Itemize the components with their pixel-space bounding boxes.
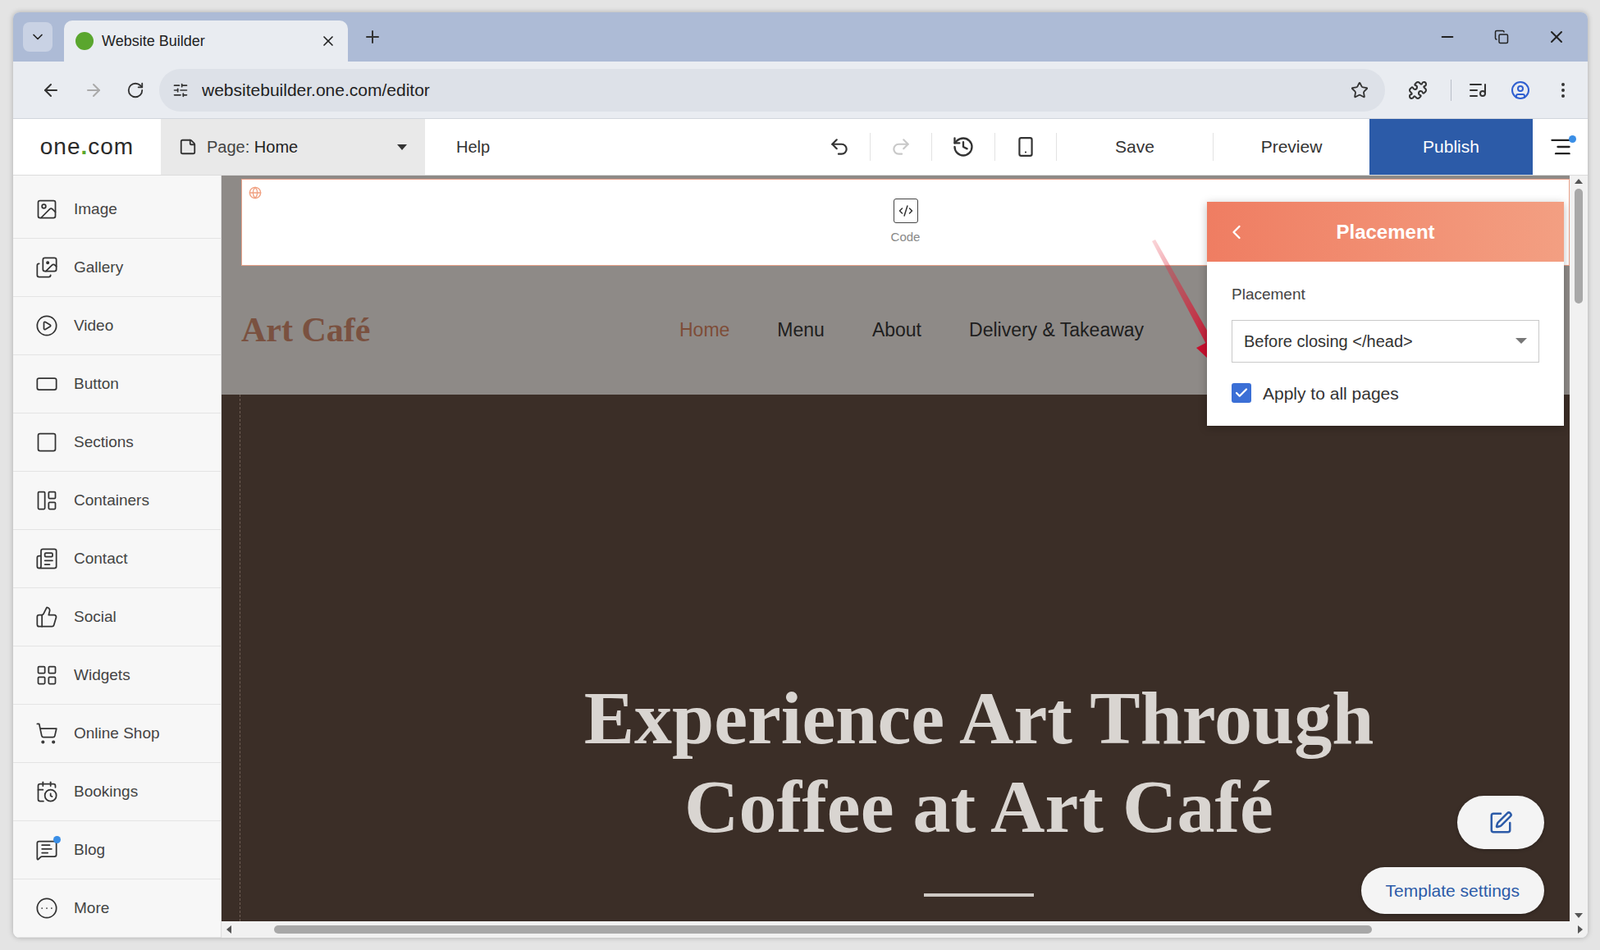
sidebar-item[interactable]: More: [13, 879, 221, 938]
globe-icon: [248, 186, 262, 200]
nav-item[interactable]: Delivery & Takeaway: [969, 315, 1144, 345]
sidebar-item[interactable]: Video: [13, 297, 221, 356]
url-text: websitebuilder.one.com/editor: [201, 77, 1338, 104]
sidebar-item[interactable]: Blog: [13, 821, 221, 880]
canvas: CodeArt CaféHomeMenuAboutDelivery & Take…: [221, 175, 1570, 922]
screen: Website Builder websitebuilder.one.com/ed…: [0, 0, 1600, 950]
help-button[interactable]: Help: [425, 118, 490, 175]
editor-menu-button[interactable]: [1532, 118, 1588, 175]
sidebar-item[interactable]: Image: [13, 180, 221, 239]
check-icon: [1234, 385, 1249, 401]
sidebar-item-icon: [35, 605, 59, 629]
edit-icon: [1488, 810, 1514, 836]
back-icon[interactable]: [1225, 220, 1248, 244]
field-label: Placement: [1231, 283, 1540, 307]
hero-title-line: Experience Art Through: [584, 673, 1375, 763]
browser-menu-icon[interactable]: [1553, 80, 1573, 101]
logo: one.com: [13, 118, 161, 175]
sidebar-item-icon: [35, 547, 59, 571]
bookmark-icon[interactable]: [1350, 81, 1369, 100]
placement-select[interactable]: Before closing </head>: [1231, 320, 1540, 363]
tab-strip: Website Builder: [13, 12, 1588, 62]
publish-button[interactable]: Publish: [1369, 118, 1533, 175]
site-nav: Home Menu About Delivery & Takeaway: [679, 315, 1144, 345]
site-brand[interactable]: Art Café: [241, 304, 680, 357]
reload-icon[interactable]: [126, 81, 145, 100]
sidebar-item-icon: [35, 197, 59, 221]
redo-icon[interactable]: [890, 136, 912, 158]
sidebar-item[interactable]: Social: [13, 588, 221, 647]
new-tab-icon[interactable]: [362, 27, 383, 47]
hero-title-line: Coffee at Art Café: [684, 762, 1274, 851]
undo-icon[interactable]: [828, 136, 851, 158]
nav-item[interactable]: About: [872, 315, 922, 345]
select-arrow-icon: [1515, 338, 1527, 344]
minimize-icon[interactable]: [1438, 27, 1457, 46]
page-selector[interactable]: Page: Home: [160, 118, 426, 175]
vertical-scrollbar[interactable]: [1569, 175, 1588, 922]
forward-icon[interactable]: [83, 80, 104, 101]
profile-icon[interactable]: [1510, 80, 1531, 101]
nav-item[interactable]: Home: [679, 315, 730, 345]
edit-style-button[interactable]: [1457, 795, 1545, 850]
sidebar-item[interactable]: Gallery: [13, 238, 221, 298]
sidebar-item-icon: [35, 430, 59, 454]
browser-window: Website Builder websitebuilder.one.com/ed…: [13, 12, 1588, 938]
sidebar-item[interactable]: Contact: [13, 530, 221, 589]
sidebar-item-icon: [35, 256, 59, 279]
sidebar-item-icon: [35, 896, 59, 920]
history-icon[interactable]: [951, 135, 975, 159]
dropdown-arrow-icon: [397, 144, 407, 151]
sidebar-item-icon: [35, 372, 59, 396]
chevron-down-icon: [29, 28, 46, 46]
sidebar-item-icon: [35, 314, 59, 338]
horizontal-scrollbar[interactable]: [221, 921, 1588, 938]
sidebar-badge: [53, 836, 61, 844]
media-icon[interactable]: [1467, 80, 1488, 101]
sidebar-item[interactable]: Widgets: [13, 646, 221, 705]
sidebar-item[interactable]: Online Shop: [13, 704, 221, 764]
back-icon[interactable]: [41, 80, 61, 101]
sidebar-item-icon: [35, 780, 59, 804]
placement-panel: Placement Placement Before closing </head>…: [1206, 201, 1564, 426]
sidebar: ImageGalleryVideoButtonSectionsContainer…: [13, 175, 222, 938]
preview-button[interactable]: Preview: [1213, 118, 1370, 175]
sidebar-item-icon: [35, 663, 59, 687]
template-settings-button[interactable]: Template settings: [1361, 867, 1545, 915]
browser-tab[interactable]: Website Builder: [64, 20, 348, 62]
site-info-icon[interactable]: [172, 82, 189, 99]
apply-all-checkbox[interactable]: Apply to all pages: [1231, 380, 1540, 407]
sidebar-item-icon: [35, 722, 59, 746]
sidebar-item[interactable]: Button: [13, 355, 221, 414]
slide-indicator[interactable]: [923, 893, 1034, 897]
sidebar-item[interactable]: Containers: [13, 471, 221, 531]
menu-badge: [1568, 135, 1577, 143]
sidebar-item[interactable]: Sections: [13, 413, 221, 472]
tab-title: Website Builder: [101, 30, 312, 53]
panel-header: Placement: [1206, 201, 1564, 262]
editor-toolbar: one.comPage: HomeHelp SavePreviewPublish: [13, 118, 1588, 176]
address-bar-row: websitebuilder.one.com/editor: [13, 61, 1588, 119]
checkbox-box[interactable]: [1231, 383, 1252, 403]
nav-item[interactable]: Menu: [777, 315, 825, 345]
extensions-icon[interactable]: [1408, 80, 1428, 101]
sidebar-item[interactable]: Bookings: [13, 763, 221, 822]
favicon-icon: [75, 32, 94, 51]
close-window-icon[interactable]: [1546, 27, 1567, 47]
save-button[interactable]: Save: [1056, 118, 1213, 175]
page-icon: [178, 137, 197, 156]
mobile-view-icon[interactable]: [1014, 136, 1037, 158]
url-field[interactable]: websitebuilder.one.com/editor: [159, 68, 1386, 112]
hero: Experience Art ThroughCoffee at Art Café: [221, 394, 1570, 922]
restore-icon[interactable]: [1494, 29, 1509, 45]
tab-list-button[interactable]: [22, 22, 53, 52]
sidebar-item-icon: [35, 489, 59, 512]
close-tab-icon[interactable]: [320, 32, 337, 50]
editor-main: ImageGalleryVideoButtonSectionsContainer…: [13, 175, 1588, 938]
code-icon: [898, 203, 914, 219]
